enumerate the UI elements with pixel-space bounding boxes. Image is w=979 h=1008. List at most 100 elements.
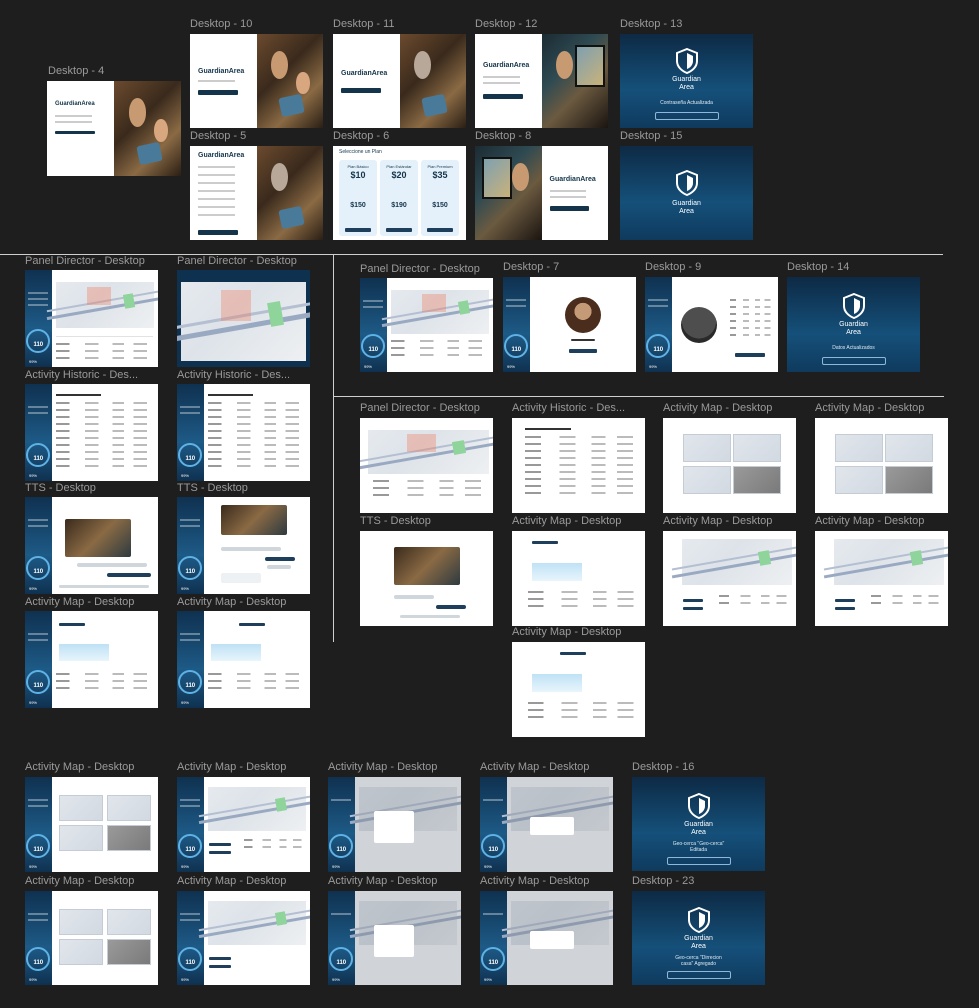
frame-desktop-4[interactable]: GuardianArea: [47, 81, 181, 176]
frame-activity-map-modal[interactable]: 110 99%: [480, 777, 613, 872]
frame-activity-map[interactable]: 110 99%: [25, 611, 158, 708]
frame-tts[interactable]: 110 99%: [25, 497, 158, 594]
video-player[interactable]: [65, 519, 131, 557]
frame-label: Activity Map - Desktop: [177, 875, 287, 887]
frame-label: Desktop - 15: [620, 130, 683, 142]
brand-line1: Guardian: [839, 321, 868, 328]
brand-title: GuardianArea: [341, 70, 388, 77]
frame-desktop-10[interactable]: GuardianArea: [190, 34, 323, 128]
frame-activity-map-modal[interactable]: 110 99%: [480, 891, 613, 985]
battery-value: 99%: [28, 864, 37, 869]
confirm-modal[interactable]: [530, 931, 574, 949]
frame-desktop-5[interactable]: GuardianArea: [190, 146, 323, 240]
heart-rate-value: 110: [368, 347, 379, 353]
map-view[interactable]: [823, 539, 948, 585]
plan-card[interactable]: Plan Premium $35 $150: [421, 160, 459, 236]
section-divider: [334, 396, 944, 397]
plan-name: Plan Estándar: [386, 164, 412, 169]
frame-desktop-15[interactable]: Guardian Area: [620, 146, 753, 240]
frame-desktop-14[interactable]: Guardian Area Datos Actualizados: [787, 277, 920, 372]
battery-value: 99%: [180, 864, 189, 869]
battery-value: 99%: [28, 473, 37, 478]
geofence-modal[interactable]: [374, 925, 414, 957]
map-view[interactable]: [198, 901, 310, 945]
continue-button[interactable]: [654, 112, 719, 120]
frame-label: Desktop - 16: [632, 761, 695, 773]
frame-activity-map[interactable]: 110 99%: [177, 777, 310, 872]
plan-year-price: $150: [432, 202, 448, 209]
heart-rate-value: 110: [33, 569, 44, 575]
avatar: [565, 297, 601, 333]
frame-desktop-6[interactable]: Seleccione un Plan Plan Básico $10 $150 …: [333, 146, 466, 240]
confirm-modal[interactable]: [530, 817, 574, 835]
heart-rate-value: 110: [336, 847, 347, 853]
frame-activity-map[interactable]: [663, 531, 796, 626]
map-view[interactable]: [198, 787, 310, 831]
frame-activity-map[interactable]: [512, 531, 645, 626]
frame-tts[interactable]: 110 99%: [177, 497, 310, 594]
frame-label: Activity Map - Desktop: [328, 875, 438, 887]
frame-activity-map[interactable]: [663, 418, 796, 513]
frame-activity-map-modal[interactable]: 110 99%: [328, 777, 461, 872]
plan-card[interactable]: Plan Estándar $20 $190: [380, 160, 418, 236]
battery-value: 99%: [180, 473, 189, 478]
continue-button[interactable]: [666, 857, 731, 865]
video-player[interactable]: [221, 505, 287, 535]
frame-activity-map[interactable]: 110 99%: [177, 891, 310, 985]
plan-name: Plan Premium: [427, 164, 453, 169]
heart-rate-value: 110: [336, 960, 347, 966]
frame-label: Activity Map - Desktop: [177, 761, 287, 773]
frame-panel-director[interactable]: [360, 418, 493, 513]
frame-panel-director-map[interactable]: [177, 270, 310, 367]
frame-activity-map[interactable]: [815, 418, 948, 513]
frame-desktop-8[interactable]: GuardianArea: [475, 146, 608, 240]
frame-desktop-23[interactable]: Guardian Area Geo-cerca "Dirrecion casa" …: [632, 891, 765, 985]
geofence-modal[interactable]: [374, 811, 414, 843]
heart-rate-value: 110: [185, 847, 196, 853]
activity-chart: [211, 637, 261, 661]
frame-activity-map[interactable]: [815, 531, 948, 626]
frame-activity-map[interactable]: 110 99%: [177, 611, 310, 708]
frame-desktop-16[interactable]: Guardian Area Geo-cerca "Geo-cerca" Edita…: [632, 777, 765, 871]
battery-value: 99%: [363, 364, 372, 369]
map-view[interactable]: [46, 282, 158, 328]
frame-desktop-9[interactable]: 110 99%: [645, 277, 778, 372]
frame-panel-director[interactable]: 110 99%: [360, 278, 493, 372]
battery-value: 99%: [483, 864, 492, 869]
select-plan-button[interactable]: [426, 228, 454, 232]
map-view[interactable]: [360, 430, 493, 474]
frame-activity-historic[interactable]: 110 99%: [25, 384, 158, 481]
select-plan-button[interactable]: [344, 228, 372, 232]
continue-button[interactable]: [821, 357, 886, 365]
frame-tts[interactable]: [360, 531, 493, 626]
select-plan-button[interactable]: [385, 228, 413, 232]
avatar-upload[interactable]: [681, 307, 717, 343]
plan-name: Plan Básico: [347, 164, 369, 169]
map-view[interactable]: [671, 539, 796, 585]
plan-card[interactable]: Plan Básico $10 $150: [339, 160, 377, 236]
map-view[interactable]: [381, 290, 493, 334]
frame-activity-map[interactable]: [512, 642, 645, 737]
shield-icon: [675, 48, 698, 74]
frame-activity-map-modal[interactable]: 110 99%: [328, 891, 461, 985]
frame-desktop-12[interactable]: GuardianArea: [475, 34, 608, 128]
frame-label: Activity Map - Desktop: [815, 402, 925, 414]
map-view[interactable]: [177, 282, 310, 361]
frame-activity-historic[interactable]: 110 99%: [177, 384, 310, 481]
frame-activity-map[interactable]: 110 99%: [25, 777, 158, 872]
frame-desktop-7[interactable]: 110 99%: [503, 277, 636, 372]
frame-panel-director[interactable]: 110 99%: [25, 270, 158, 367]
heart-rate-value: 110: [33, 456, 44, 462]
heart-rate-value: 110: [185, 960, 196, 966]
status-message: Datos Actualizados: [832, 345, 875, 351]
video-player[interactable]: [394, 547, 460, 585]
brand-title: GuardianArea: [198, 152, 245, 159]
frame-desktop-13[interactable]: Guardian Area Contraseña Actualizada: [620, 34, 753, 128]
frame-label: Activity Historic - Des...: [512, 402, 626, 414]
frame-label: Panel Director - Desktop: [25, 255, 145, 267]
frame-activity-map[interactable]: 110 99%: [25, 891, 158, 985]
heart-rate-value: 110: [185, 683, 196, 689]
frame-desktop-11[interactable]: GuardianArea: [333, 34, 466, 128]
continue-button[interactable]: [666, 971, 731, 979]
frame-activity-historic[interactable]: [512, 418, 645, 513]
